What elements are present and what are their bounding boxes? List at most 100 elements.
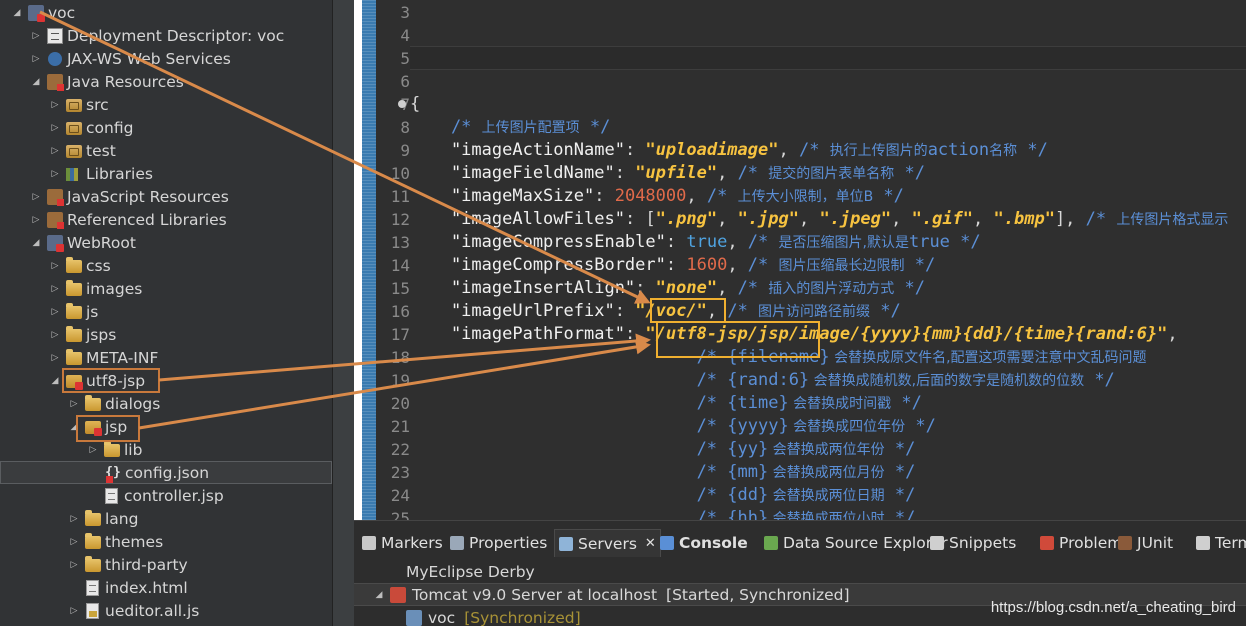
fold-toggle-icon[interactable] — [398, 100, 406, 108]
code-line[interactable]: /* 上传图片配置项 */ — [410, 116, 610, 139]
view-separator[interactable] — [332, 0, 354, 626]
code-line[interactable]: "imagePathFormat": "/utf8-jsp/jsp/image/… — [410, 323, 1178, 346]
tree-item[interactable]: ▷ lib — [0, 438, 332, 461]
code-line[interactable]: /* {yy} 会替换成两位年份 */ — [410, 438, 916, 461]
tab-properties[interactable]: Properties — [450, 529, 547, 557]
collapsed-arrow-icon[interactable]: ▷ — [31, 215, 41, 225]
tree-item[interactable]: ▷ images — [0, 277, 332, 300]
tab-console[interactable]: Console — [660, 529, 748, 557]
collapsed-arrow-icon[interactable]: ▷ — [69, 537, 79, 547]
code-editor[interactable]: 34567{8 /* 上传图片配置项 */9 "imageActionName"… — [362, 0, 1246, 520]
code-token: {mm} — [727, 462, 769, 482]
collapsed-arrow-icon[interactable]: ▷ — [50, 330, 60, 340]
collapsed-arrow-icon[interactable]: ▷ — [50, 284, 60, 294]
code-token: 会替换成随机数,后面的数字是随机数的位数 — [809, 373, 1085, 389]
code-line[interactable]: /* {filename} 会替换成原文件名,配置这项需要注意中文乱码问题 — [410, 346, 1147, 369]
collapsed-arrow-icon[interactable]: ▷ — [69, 560, 79, 570]
collapsed-arrow-icon[interactable]: ▷ — [50, 169, 60, 179]
tree-item[interactable]: ▷ test — [0, 139, 332, 162]
collapsed-arrow-icon[interactable]: ▷ — [50, 261, 60, 271]
code-token: true — [686, 232, 728, 252]
tree-item[interactable]: ◢ WebRoot — [0, 231, 332, 254]
code-line[interactable]: "imageMaxSize": 2048000, /* 上传大小限制，单位B *… — [410, 185, 904, 208]
tab-term[interactable]: Term — [1196, 529, 1246, 557]
expanded-arrow-icon[interactable]: ◢ — [31, 77, 41, 87]
code-token: */ — [884, 485, 916, 505]
expanded-arrow-icon[interactable]: ◢ — [374, 590, 384, 600]
code-token: */ — [873, 186, 904, 206]
collapsed-arrow-icon[interactable]: ▷ — [50, 146, 60, 156]
line-number: 4 — [400, 26, 410, 45]
tab-junit[interactable]: JUnit — [1118, 529, 1173, 557]
collapsed-arrow-icon[interactable]: ▷ — [31, 54, 41, 64]
tree-item[interactable]: ▷ third-party — [0, 553, 332, 576]
code-line[interactable]: "imageCompressEnable": true, /* 是否压缩图片,默… — [410, 231, 981, 254]
tab-snippets[interactable]: Snippets — [930, 529, 1016, 557]
code-line[interactable]: "imageCompressBorder": 1600, /* 图片压缩最长边限… — [410, 254, 935, 277]
tree-item[interactable]: {} config.json — [0, 461, 332, 484]
tree-item[interactable]: ▷ Deployment Descriptor: voc — [0, 24, 332, 47]
code-line[interactable]: "imageUrlPrefix": "/voc/", /* 图片访问路径前缀 *… — [410, 300, 901, 323]
tree-item[interactable]: ▷ themes — [0, 530, 332, 553]
code-line[interactable]: /* {rand:6} 会替换成随机数,后面的数字是随机数的位数 */ — [410, 369, 1115, 392]
tree-item[interactable]: ▷ META-INF — [0, 346, 332, 369]
collapsed-arrow-icon[interactable]: ▷ — [31, 31, 41, 41]
server-item[interactable]: MyEclipse Derby — [354, 560, 1246, 583]
collapsed-arrow-icon[interactable]: ▷ — [69, 399, 79, 409]
code-line[interactable]: { — [410, 93, 420, 116]
tree-item[interactable]: ▷ dialogs — [0, 392, 332, 415]
tab-markers[interactable]: Markers — [362, 529, 443, 557]
tree-item[interactable]: ▷ js — [0, 300, 332, 323]
line-number: 16 — [390, 302, 410, 321]
tree-item[interactable]: ◢ utf8-jsp — [0, 369, 332, 392]
code-line[interactable]: "imageInsertAlign": "none", /* 插入的图片浮动方式… — [410, 277, 925, 300]
tree-item[interactable]: ◢ Java Resources — [0, 70, 332, 93]
collapsed-arrow-icon[interactable]: ▷ — [50, 353, 60, 363]
no-arrow — [88, 491, 98, 501]
tree-item[interactable]: ▷ JavaScript Resources — [0, 185, 332, 208]
code-line[interactable]: /* {hh} 会替换成两位小时 */ — [410, 507, 916, 520]
code-line[interactable]: /* {dd} 会替换成两位日期 */ — [410, 484, 916, 507]
code-line[interactable]: "imageAllowFiles": [".png", ".jpg", ".jp… — [410, 208, 1228, 231]
tree-item[interactable]: controller.jsp — [0, 484, 332, 507]
tree-item[interactable]: ▷ Referenced Libraries — [0, 208, 332, 231]
tree-item[interactable]: index.html — [0, 576, 332, 599]
tree-item[interactable]: ▷ jsps — [0, 323, 332, 346]
tree-item[interactable]: ▷ ueditor.all.js — [0, 599, 332, 622]
collapsed-arrow-icon[interactable]: ▷ — [88, 445, 98, 455]
close-icon[interactable]: ✕ — [645, 536, 656, 551]
code-token: 2048000 — [614, 186, 687, 206]
tree-item[interactable]: ▷ JAX-WS Web Services — [0, 47, 332, 70]
code-token: "imageMaxSize" — [410, 186, 595, 206]
code-token: 会替换成时间戳 — [788, 396, 892, 412]
tab-problems[interactable]: Problems — [1040, 529, 1130, 557]
tab-servers[interactable]: Servers ✕ — [554, 529, 661, 557]
code-line[interactable]: "imageFieldName": "upfile", /* 提交的图片表单名称… — [410, 162, 925, 185]
expanded-arrow-icon[interactable]: ◢ — [69, 422, 79, 432]
collapsed-arrow-icon[interactable]: ▷ — [50, 307, 60, 317]
expanded-arrow-icon[interactable]: ◢ — [12, 8, 22, 18]
collapsed-arrow-icon[interactable]: ▷ — [50, 100, 60, 110]
expanded-arrow-icon[interactable]: ◢ — [31, 238, 41, 248]
tree-item[interactable]: ◢ jsp — [0, 415, 332, 438]
code-line[interactable]: /* {yyyy} 会替换成四位年份 */ — [410, 415, 936, 438]
collapsed-arrow-icon[interactable]: ▷ — [69, 606, 79, 616]
code-token: ".gif" — [911, 209, 974, 229]
tab-data-source-explorer[interactable]: Data Source Explorer — [764, 529, 948, 557]
collapsed-arrow-icon[interactable]: ▷ — [50, 123, 60, 133]
tree-item[interactable]: ▷ src — [0, 93, 332, 116]
tree-item[interactable]: ◢ voc — [0, 1, 332, 24]
tree-item-label: config.json — [125, 463, 210, 482]
collapsed-arrow-icon[interactable]: ▷ — [69, 514, 79, 524]
tree-item[interactable]: ▷ lang — [0, 507, 332, 530]
code-line[interactable]: "imageActionName": "uploadimage", /* 执行上… — [410, 139, 1048, 162]
expanded-arrow-icon[interactable]: ◢ — [50, 376, 60, 386]
code-line[interactable]: /* {time} 会替换成时间戳 */ — [410, 392, 922, 415]
collapsed-arrow-icon[interactable]: ▷ — [31, 192, 41, 202]
tree-item[interactable]: ▷ config — [0, 116, 332, 139]
line-number: 17 — [390, 325, 410, 344]
tree-item[interactable]: ▷ css — [0, 254, 332, 277]
code-token: ], — [1054, 209, 1086, 229]
code-line[interactable]: /* {mm} 会替换成两位月份 */ — [410, 461, 916, 484]
tree-item[interactable]: ▷ Libraries — [0, 162, 332, 185]
